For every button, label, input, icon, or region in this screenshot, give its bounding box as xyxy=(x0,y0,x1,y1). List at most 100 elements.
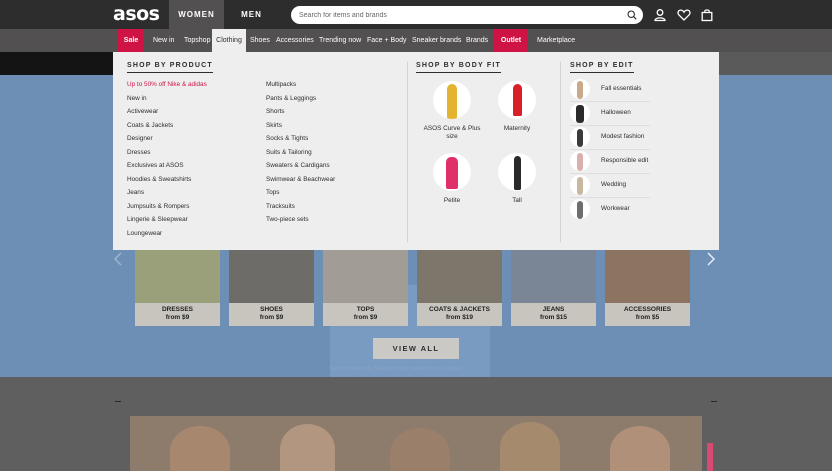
category-caption: SHOES from $9 xyxy=(229,303,314,326)
edit-responsible-edit[interactable]: Responsible edit xyxy=(570,150,650,174)
body-fit-maternity[interactable]: Maternity xyxy=(487,81,547,133)
nav-brands[interactable]: Brands xyxy=(466,29,488,52)
model-figure xyxy=(447,84,457,119)
nav-marketplace[interactable]: Marketplace xyxy=(537,29,575,52)
link-suits-tailoring[interactable]: Suits & Tailoring xyxy=(266,149,312,157)
edit-halloween[interactable]: Halloween xyxy=(570,102,650,126)
link-designer[interactable]: Designer xyxy=(127,135,153,143)
carousel-next-icon[interactable] xyxy=(706,252,716,266)
nav-outlet[interactable]: Outlet xyxy=(494,29,528,52)
divider-mark xyxy=(711,401,717,402)
category-name: JEANS xyxy=(542,306,565,313)
link-tops[interactable]: Tops xyxy=(266,189,280,197)
model-figure xyxy=(446,157,458,189)
link-new-in[interactable]: New in xyxy=(127,95,147,103)
category-card-tops[interactable]: TOPS from $9 xyxy=(323,247,408,326)
nav-sneaker-brands[interactable]: Sneaker brands xyxy=(412,29,461,52)
account-icon[interactable] xyxy=(653,8,667,22)
link-exclusives[interactable]: Exclusives at ASOS xyxy=(127,162,183,170)
category-photo xyxy=(511,247,596,303)
body-fit-image xyxy=(498,153,536,191)
thumb-figure xyxy=(576,105,584,123)
edit-thumbnail xyxy=(570,199,590,219)
category-card-coats-jackets[interactable]: COATS & JACKETS from $19 xyxy=(417,247,502,326)
body-fit-petite[interactable]: Petite xyxy=(422,153,482,205)
category-price: from $5 xyxy=(635,314,660,321)
edit-fall-essentials[interactable]: Fall essentials xyxy=(570,78,650,102)
body-fit-tall[interactable]: Tall xyxy=(487,153,547,205)
link-dresses[interactable]: Dresses xyxy=(127,149,150,157)
link-skirts[interactable]: Skirts xyxy=(266,122,282,130)
photo-figure xyxy=(390,428,450,471)
link-jumpsuits-rompers[interactable]: Jumpsuits & Rompers xyxy=(127,203,190,211)
nav-accessories[interactable]: Accessories xyxy=(276,29,314,52)
category-card-jeans[interactable]: JEANS from $15 xyxy=(511,247,596,326)
link-lingerie-sleepwear[interactable]: Lingerie & Sleepwear xyxy=(127,216,188,224)
nav-topshop[interactable]: Topshop xyxy=(184,29,210,52)
nav-clothing[interactable]: Clothing xyxy=(212,29,246,52)
photo-figure xyxy=(610,426,670,471)
link-loungewear[interactable]: Loungewear xyxy=(127,230,162,238)
column-divider xyxy=(407,62,408,242)
tab-men[interactable]: MEN xyxy=(224,0,279,29)
link-multipacks[interactable]: Multipacks xyxy=(266,81,296,89)
link-sale-nike-adidas[interactable]: Up to 50% off Nike & adidas xyxy=(127,81,207,89)
link-tracksuits[interactable]: Tracksuits xyxy=(266,203,295,211)
nav-trending-now[interactable]: Trending now xyxy=(319,29,361,52)
link-activewear[interactable]: Activewear xyxy=(127,108,158,116)
link-shorts[interactable]: Shorts xyxy=(266,108,284,116)
category-price: from $9 xyxy=(353,314,378,321)
nav-sale[interactable]: Sale xyxy=(118,29,144,52)
link-socks-tights[interactable]: Socks & Tights xyxy=(266,135,308,143)
category-price: from $19 xyxy=(445,314,474,321)
column-divider xyxy=(560,62,561,242)
body-fit-curve-plus[interactable]: ASOS Curve & Plus size xyxy=(422,81,482,141)
group-photo[interactable] xyxy=(130,416,702,471)
shop-by-body-fit-title: SHOP BY BODY FIT xyxy=(416,62,501,73)
search-bar xyxy=(291,6,643,24)
edit-workwear[interactable]: Workwear xyxy=(570,198,650,222)
category-photo xyxy=(229,247,314,303)
bag-icon[interactable] xyxy=(700,8,714,22)
edit-label: Modest fashion xyxy=(601,133,645,140)
view-all-button[interactable]: VIEW ALL xyxy=(373,338,459,359)
nav-shoes[interactable]: Shoes xyxy=(250,29,270,52)
link-two-piece-sets[interactable]: Two-piece sets xyxy=(266,216,309,224)
category-price: from $9 xyxy=(259,314,284,321)
link-sweaters-cardigans[interactable]: Sweaters & Cardigans xyxy=(266,162,330,170)
category-card-shoes[interactable]: SHOES from $9 xyxy=(229,247,314,326)
thumb-figure xyxy=(577,81,583,99)
body-fit-image xyxy=(433,153,471,191)
category-name: COATS & JACKETS xyxy=(429,306,490,313)
edit-thumbnail xyxy=(570,79,590,99)
category-caption: DRESSES from $9 xyxy=(135,303,220,326)
nav-face-body[interactable]: Face + Body xyxy=(367,29,407,52)
link-hoodies-sweatshirts[interactable]: Hoodies & Sweatshirts xyxy=(127,176,191,184)
category-photo xyxy=(417,247,502,303)
shop-by-edit-title: SHOP BY EDIT xyxy=(570,62,634,73)
category-nav: Sale New in Topshop Clothing Shoes Acces… xyxy=(0,29,832,52)
search-icon[interactable] xyxy=(627,10,637,20)
category-card-dresses[interactable]: DRESSES from $9 xyxy=(135,247,220,326)
link-pants-leggings[interactable]: Pants & Leggings xyxy=(266,95,316,103)
edit-wedding[interactable]: Wedding xyxy=(570,174,650,198)
link-jeans[interactable]: Jeans xyxy=(127,189,144,197)
heart-icon[interactable] xyxy=(677,8,691,22)
link-coats-jackets[interactable]: Coats & Jackets xyxy=(127,122,173,130)
nav-new-in[interactable]: New in xyxy=(153,29,174,52)
category-caption: JEANS from $15 xyxy=(511,303,596,326)
link-swimwear-beachwear[interactable]: Swimwear & Beachwear xyxy=(266,176,335,184)
thumb-figure xyxy=(577,129,583,147)
edit-thumbnail xyxy=(570,127,590,147)
search-input[interactable] xyxy=(299,6,619,24)
clothing-dropdown-menu: SHOP BY PRODUCT Up to 50% off Nike & adi… xyxy=(113,52,719,250)
carousel-prev-icon[interactable] xyxy=(113,252,123,266)
tab-women[interactable]: WOMEN xyxy=(169,0,224,29)
asos-logo[interactable]: asos xyxy=(113,3,160,25)
category-card-accessories[interactable]: ACCESSORIES from $5 xyxy=(605,247,690,326)
edit-modest-fashion[interactable]: Modest fashion xyxy=(570,126,650,150)
body-fit-label: Petite xyxy=(443,197,461,204)
category-photo xyxy=(323,247,408,303)
top-bar: asos WOMEN MEN xyxy=(0,0,832,29)
model-figure xyxy=(514,156,521,190)
